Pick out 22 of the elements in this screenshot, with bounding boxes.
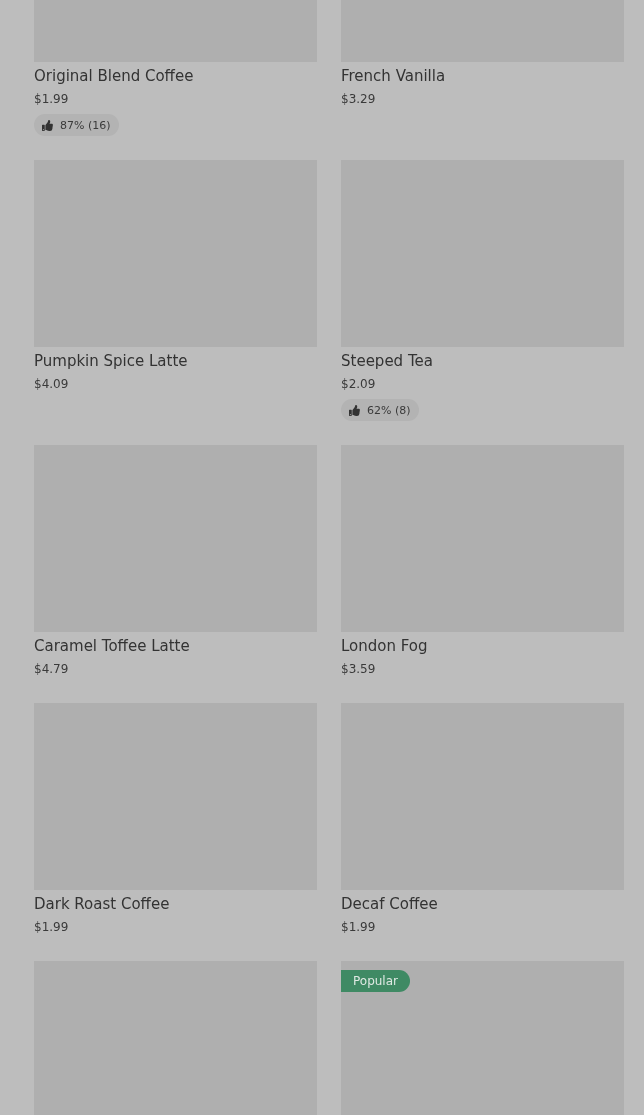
rating-text: 87% (16) (60, 118, 111, 132)
popular-badge: Popular (341, 970, 410, 992)
product-price: $4.09 (34, 376, 69, 393)
product-name[interactable]: Original Blend Coffee (34, 66, 194, 86)
product-price: $1.99 (34, 91, 69, 108)
thumbs-up-icon (349, 404, 360, 416)
product-price: $4.79 (34, 661, 69, 678)
product-name[interactable]: Pumpkin Spice Latte (34, 351, 188, 371)
product-name[interactable]: Dark Roast Coffee (34, 894, 170, 914)
product-name[interactable]: Caramel Toffee Latte (34, 636, 190, 656)
product-name[interactable]: Decaf Coffee (341, 894, 438, 914)
product-name[interactable]: Steeped Tea (341, 351, 433, 371)
product-price: $2.09 (341, 376, 376, 393)
product-image[interactable]: Popular (341, 961, 624, 1115)
product-price: $1.99 (34, 919, 69, 936)
product-name[interactable]: London Fog (341, 636, 428, 656)
product-name[interactable]: French Vanilla (341, 66, 446, 86)
product-price: $1.99 (341, 919, 376, 936)
thumbs-up-icon (42, 119, 53, 131)
rating-text: 62% (8) (367, 403, 411, 417)
product-price: $3.59 (341, 661, 376, 678)
product-price: $3.29 (341, 91, 376, 108)
